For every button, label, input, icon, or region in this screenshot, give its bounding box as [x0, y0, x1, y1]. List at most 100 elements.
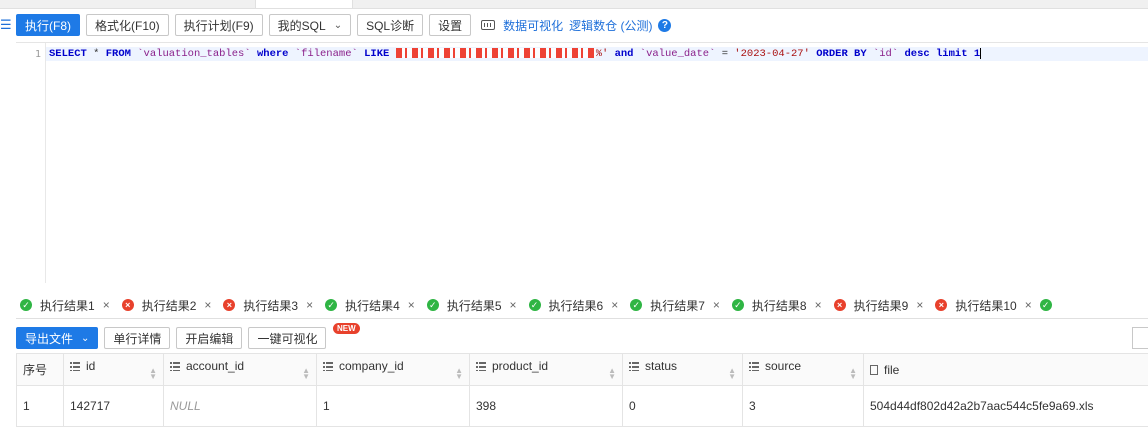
- export-file-label: 导出文件: [25, 331, 74, 346]
- table-cell[interactable]: 142717: [63, 385, 164, 427]
- list-icon: [629, 362, 639, 372]
- sql-column: `filename`: [288, 48, 365, 60]
- sql-star: *: [86, 48, 106, 60]
- sort-icon[interactable]: ▲ ▼: [849, 367, 857, 381]
- result-tab-label: 执行结果1: [40, 298, 95, 313]
- sql-diagnose-button[interactable]: SQL诊断: [357, 14, 424, 36]
- keyboard-icon[interactable]: [481, 20, 496, 30]
- editor-tab-active[interactable]: [255, 0, 353, 8]
- error-icon: ×: [833, 299, 846, 311]
- sql-keyword: limit: [936, 48, 968, 60]
- toolbar-overflow-button[interactable]: [1132, 327, 1148, 349]
- column-header-label: file: [884, 362, 900, 377]
- sql-toolbar: 执行(F8) 格式化(F10) 执行计划(F9) 我的SQL ⌄ SQL诊断 设…: [16, 13, 672, 37]
- sql-keyword: FROM: [105, 48, 131, 60]
- success-icon: ✓: [630, 299, 643, 311]
- text-caret: [980, 47, 982, 59]
- column-header-label: id: [86, 359, 96, 373]
- close-icon[interactable]: ×: [713, 298, 720, 312]
- result-tab[interactable]: ✓ 执行结果7 ×: [626, 292, 728, 318]
- chevron-down-icon: ⌄: [333, 19, 343, 31]
- table-cell[interactable]: 1: [316, 385, 470, 427]
- sort-icon[interactable]: ▲ ▼: [728, 367, 736, 381]
- sql-editor[interactable]: 1 SELECT * FROM `valuation_tables` where…: [16, 42, 1148, 283]
- sort-icon[interactable]: ▲ ▼: [302, 367, 310, 381]
- row-detail-button[interactable]: 单行详情: [104, 327, 171, 349]
- close-icon[interactable]: ×: [408, 298, 415, 312]
- close-icon[interactable]: ×: [103, 298, 110, 312]
- result-tab[interactable]: × 执行结果10 ×: [931, 292, 1039, 318]
- sql-table-name: `valuation_tables`: [130, 48, 257, 60]
- data-visualization-link[interactable]: 数据可视化: [503, 17, 563, 34]
- column-header[interactable]: 序号: [16, 353, 64, 386]
- close-icon[interactable]: ×: [204, 298, 211, 312]
- line-gutter: 1: [16, 43, 46, 283]
- close-icon[interactable]: ×: [306, 298, 313, 312]
- logical-warehouse-link[interactable]: 逻辑数仓 (公测): [569, 17, 652, 34]
- table-cell[interactable]: 3: [742, 385, 864, 427]
- table-cell[interactable]: 0: [622, 385, 743, 427]
- new-badge: NEW: [333, 323, 360, 334]
- execute-button[interactable]: 执行(F8): [16, 14, 80, 36]
- format-button[interactable]: 格式化(F10): [86, 14, 169, 36]
- result-tab-label: 执行结果8: [751, 298, 807, 313]
- line-number: 1: [34, 49, 41, 60]
- table-cell[interactable]: 1: [16, 385, 64, 427]
- result-tab[interactable]: × 执行结果3 ×: [219, 292, 321, 318]
- sql-keyword: SELECT: [49, 48, 87, 60]
- result-tab-label: 执行结果2: [141, 298, 197, 313]
- result-tab[interactable]: ✓ 执行结果8 ×: [728, 292, 830, 318]
- sql-keyword: LIKE: [364, 48, 390, 60]
- close-icon[interactable]: ×: [510, 298, 517, 312]
- list-icon: [323, 362, 333, 372]
- table-cell[interactable]: 504d44df802d42a2b7aac544c5fe9a69.xls: [863, 385, 1148, 427]
- enable-edit-button[interactable]: 开启编辑: [176, 327, 243, 349]
- sort-icon[interactable]: ▲ ▼: [149, 367, 157, 381]
- result-tab[interactable]: × 执行结果2 ×: [118, 292, 220, 318]
- result-tab-label: 执行结果5: [446, 298, 502, 313]
- table-cell[interactable]: NULL: [163, 385, 317, 427]
- file-icon: [870, 365, 878, 376]
- my-sql-dropdown[interactable]: 我的SQL ⌄: [268, 14, 352, 36]
- menu-icon[interactable]: ☰: [0, 18, 12, 32]
- chevron-down-icon: ⌄: [81, 332, 90, 344]
- result-tab[interactable]: × 执行结果9 ×: [830, 292, 932, 318]
- sql-operator: =: [721, 48, 735, 60]
- result-tab-label: 执行结果7: [650, 298, 705, 313]
- result-tab[interactable]: ✓ 执行结果5 ×: [423, 292, 525, 318]
- close-icon[interactable]: ×: [916, 298, 923, 312]
- column-header[interactable]: status ▲ ▼: [622, 353, 743, 386]
- sql-code-line[interactable]: SELECT * FROM `valuation_tables` where `…: [46, 47, 1148, 61]
- my-sql-label: 我的SQL: [277, 18, 326, 33]
- column-header[interactable]: source ▲ ▼: [742, 353, 864, 386]
- export-file-button[interactable]: 导出文件 ⌄: [16, 327, 99, 349]
- settings-button[interactable]: 设置: [429, 14, 472, 36]
- help-icon[interactable]: ?: [658, 18, 672, 32]
- result-toolbar: 导出文件 ⌄ 单行详情 开启编辑 一键可视化 NEW: [16, 323, 1148, 350]
- result-tab[interactable]: ✓ 执行结果6 ×: [525, 292, 627, 318]
- result-table: 序号 id ▲ ▼ account_id ▲ ▼ company_id ▲ ▼ product_id…: [16, 353, 1148, 427]
- sql-keyword: ORDER BY: [816, 48, 867, 60]
- result-tab[interactable]: ✓ 执行结果1 ×: [16, 292, 118, 318]
- table-row[interactable]: 1 142717 NULL 1 398 0 3 504d44df802d42a2b7aac54…: [16, 385, 1148, 427]
- column-header[interactable]: company_id ▲ ▼: [316, 353, 470, 386]
- close-icon[interactable]: ×: [611, 298, 618, 312]
- close-icon[interactable]: ×: [815, 298, 822, 312]
- column-header[interactable]: account_id ▲ ▼: [163, 353, 317, 386]
- column-header[interactable]: id ▲ ▼: [63, 353, 164, 386]
- result-tab-label: 执行结果9: [853, 298, 909, 313]
- result-tab-label: 执行结果3: [243, 298, 299, 313]
- close-icon[interactable]: ×: [1025, 298, 1032, 312]
- column-header[interactable]: file: [863, 353, 1148, 386]
- one-click-visualize-button[interactable]: 一键可视化: [248, 327, 327, 349]
- column-header-label: product_id: [492, 359, 549, 373]
- column-header[interactable]: product_id ▲ ▼: [469, 353, 623, 386]
- error-icon: ×: [935, 299, 948, 311]
- result-tab[interactable]: ✓ 执行结果4 ×: [321, 292, 423, 318]
- table-cell[interactable]: 398: [469, 385, 623, 427]
- execution-plan-button[interactable]: 执行计划(F9): [174, 14, 263, 36]
- sort-icon[interactable]: ▲ ▼: [608, 367, 616, 381]
- column-header-label: account_id: [186, 359, 245, 373]
- column-header-label: status: [645, 359, 678, 373]
- sort-icon[interactable]: ▲ ▼: [455, 367, 463, 381]
